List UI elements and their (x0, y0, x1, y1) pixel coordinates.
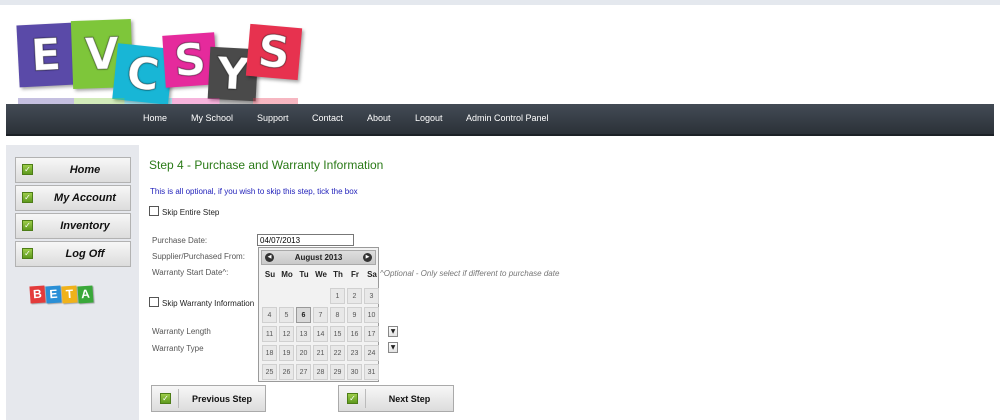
calendar-day[interactable]: 17 (364, 326, 379, 342)
weekday-header: Mo (281, 270, 293, 279)
calendar-day[interactable]: 27 (296, 364, 311, 380)
page-title: Step 4 - Purchase and Warranty Informati… (149, 158, 384, 172)
sidebar-item-label: My Account (54, 192, 116, 204)
calendar-day[interactable]: 24 (364, 345, 379, 361)
datepicker-month-label: August 2013 (294, 253, 343, 262)
nav-about[interactable]: About (367, 104, 391, 134)
supplier-label: Supplier/Purchased From: (152, 252, 245, 261)
sidebar-item-label: Home (69, 164, 101, 176)
datepicker-header: ◀ August 2013 ▶ (261, 250, 376, 265)
calendar-day[interactable]: 22 (330, 345, 345, 361)
skip-entire-step[interactable]: Skip Entire Step (149, 206, 219, 217)
check-icon: ✓ (22, 192, 33, 203)
calendar-day[interactable]: 16 (347, 326, 362, 342)
nav-my-school[interactable]: My School (191, 104, 233, 134)
previous-step-button[interactable]: ✓ Previous Step (151, 385, 266, 412)
warranty-length-label: Warranty Length (152, 327, 211, 336)
calendar-day[interactable]: 14 (313, 326, 328, 342)
intro-text: This is all optional, if you wish to ski… (150, 187, 358, 196)
check-icon: ✓ (22, 248, 33, 259)
skip-warranty[interactable]: Skip Warranty Information (149, 297, 254, 308)
nav-admin-control-panel[interactable]: Admin Control Panel (466, 104, 549, 134)
check-icon: ✓ (22, 164, 33, 175)
sidebar-item-my-account[interactable]: ✓ My Account (15, 185, 131, 211)
purchase-date-label: Purchase Date: (152, 236, 208, 245)
nav-support[interactable]: Support (257, 104, 289, 134)
beta-letter: B (29, 285, 46, 304)
calendar-day[interactable]: 15 (330, 326, 345, 342)
beta-letter: E (45, 285, 62, 304)
calendar-day[interactable]: 6 (296, 307, 311, 323)
beta-letter: T (61, 285, 78, 304)
skip-warranty-checkbox[interactable] (149, 297, 159, 307)
nav-logout[interactable]: Logout (415, 104, 443, 134)
calendar-day[interactable]: 4 (262, 307, 277, 323)
warranty-start-note: ^Optional - Only select if different to … (380, 269, 560, 278)
warranty-length-dropdown[interactable]: ▼ (388, 326, 398, 337)
purchase-date-input[interactable]: 04/07/2013 (257, 234, 354, 246)
previous-step-label: Previous Step (191, 394, 253, 404)
warranty-start-label: Warranty Start Date^: (152, 268, 229, 277)
calendar-day[interactable]: 7 (313, 307, 328, 323)
nav-contact[interactable]: Contact (312, 104, 343, 134)
calendar-day[interactable]: 5 (279, 307, 294, 323)
calendar-day[interactable]: 25 (262, 364, 277, 380)
check-icon: ✓ (160, 393, 171, 404)
calendar-day[interactable]: 10 (364, 307, 379, 323)
sidebar-item-label: Log Off (65, 248, 105, 260)
sidebar-item-inventory[interactable]: ✓ Inventory (15, 213, 131, 239)
sidebar-item-log-off[interactable]: ✓ Log Off (15, 241, 131, 267)
weekday-header: Tu (299, 270, 309, 279)
weekday-header: Su (264, 270, 276, 279)
warranty-type-label: Warranty Type (152, 344, 204, 353)
weekday-header: We (315, 270, 327, 279)
calendar-day[interactable]: 23 (347, 345, 362, 361)
next-step-label: Next Step (388, 394, 431, 404)
calendar-day[interactable]: 20 (296, 345, 311, 361)
calendar-day[interactable]: 13 (296, 326, 311, 342)
calendar-day[interactable]: 18 (262, 345, 277, 361)
calendar-day[interactable]: 19 (279, 345, 294, 361)
next-step-button[interactable]: ✓ Next Step (338, 385, 454, 412)
skip-entire-step-label: Skip Entire Step (162, 208, 220, 217)
calendar-day[interactable]: 29 (330, 364, 345, 380)
calendar-day[interactable]: 11 (262, 326, 277, 342)
calendar-day[interactable]: 30 (347, 364, 362, 380)
sidebar-item-label: Inventory (60, 220, 110, 232)
top-strip (0, 0, 1000, 5)
calendar-day[interactable]: 31 (364, 364, 379, 380)
nav-home[interactable]: Home (143, 104, 167, 134)
logo-tile-e: E (16, 22, 76, 88)
skip-entire-step-checkbox[interactable] (149, 206, 159, 216)
skip-warranty-label: Skip Warranty Information (162, 299, 255, 308)
sidebar: ✓ Home ✓ My Account ✓ Inventory ✓ Log Of… (6, 145, 139, 420)
main-nav: Home My School Support Contact About Log… (6, 104, 994, 136)
beta-letter: A (77, 285, 94, 304)
datepicker-calendar: ◀ August 2013 ▶ Su Mo Tu We Th Fr Sa 1 2 3 4 5 6 7 8 9 1… (258, 247, 379, 382)
beta-badge: BETA (29, 283, 94, 304)
next-month-icon[interactable]: ▶ (363, 253, 372, 262)
check-icon: ✓ (22, 220, 33, 231)
calendar-day[interactable]: 21 (313, 345, 328, 361)
calendar-day[interactable]: 9 (347, 307, 362, 323)
calendar-day[interactable]: 2 (347, 288, 362, 304)
warranty-type-dropdown[interactable]: ▼ (388, 342, 398, 353)
sidebar-item-home[interactable]: ✓ Home (15, 157, 131, 183)
calendar-day[interactable]: 1 (330, 288, 345, 304)
weekday-header: Sa (367, 270, 377, 279)
weekday-header: Fr (351, 270, 359, 279)
check-icon: ✓ (347, 393, 358, 404)
weekday-header: Th (333, 270, 343, 279)
evcsys-logo: E V C S Y S (12, 14, 303, 118)
calendar-day[interactable]: 28 (313, 364, 328, 380)
logo-tile-s2: S (245, 23, 303, 81)
calendar-day[interactable]: 12 (279, 326, 294, 342)
calendar-day[interactable]: 26 (279, 364, 294, 380)
calendar-day[interactable]: 3 (364, 288, 379, 304)
calendar-day[interactable]: 8 (330, 307, 345, 323)
